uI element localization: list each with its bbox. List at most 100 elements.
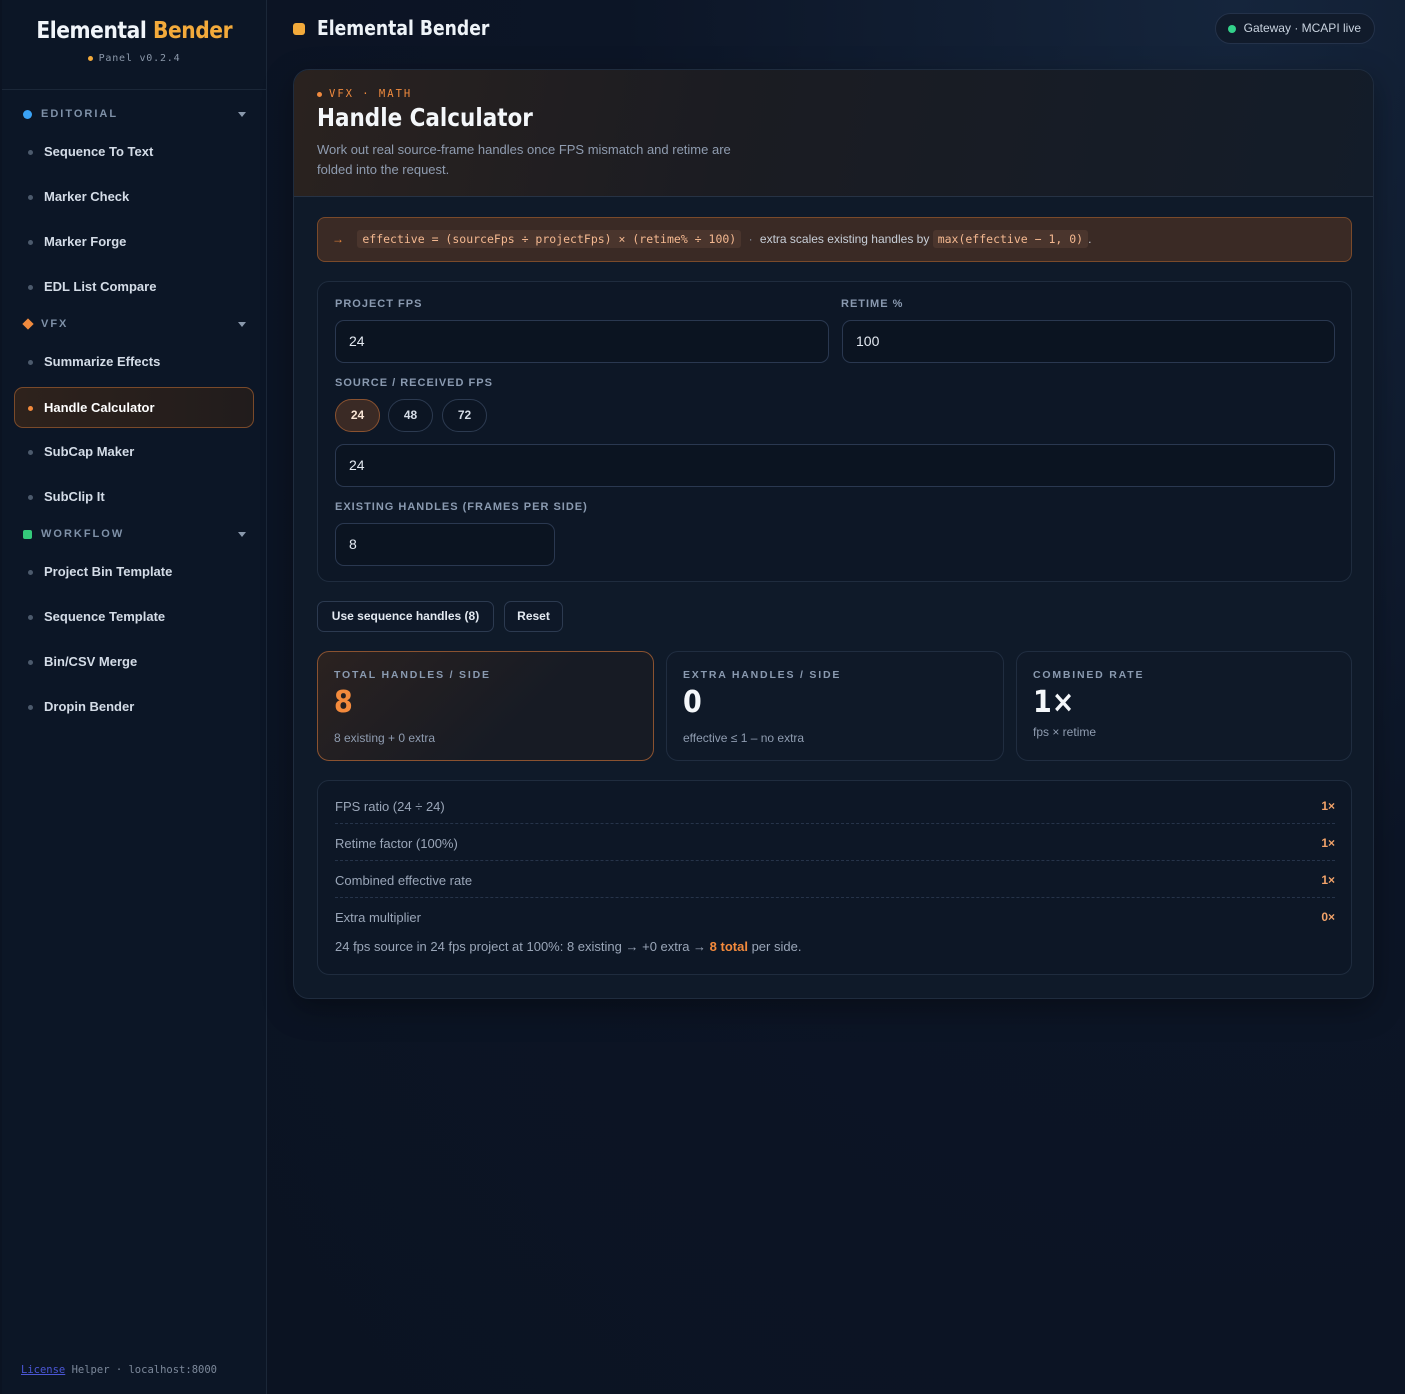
stat-value: 0 (683, 685, 702, 720)
stat-value: 1× (1033, 685, 1075, 720)
section-vfx[interactable]: VFX (2, 310, 266, 340)
sidebar-item-sequence-template[interactable]: Sequence Template (14, 595, 254, 640)
stat-value: 8 (334, 685, 353, 720)
existing-handles-input[interactable]: 8 (335, 523, 555, 566)
sidebar: Elemental Bender Panel v0.2.4 EDITORIAL … (2, 0, 267, 1394)
sidebar-item-edl-list-compare[interactable]: EDL List Compare (14, 265, 254, 310)
formula-code-extra: max(effective − 1, 0) (932, 230, 1089, 248)
stat-label: TOTAL HANDLES / SIDE (334, 669, 491, 681)
breakdown-value: 0× (1321, 910, 1335, 924)
sidebar-item-subcap-maker[interactable]: SubCap Maker (14, 430, 254, 475)
brand-version: Panel v0.2.4 (2, 53, 266, 64)
sidebar-item-label: Summarize Effects (44, 354, 161, 369)
breakdown-summary: 24 fps source in 24 fps project at 100%:… (335, 939, 801, 954)
sidebar-footer: License Helper · localhost:8000 (21, 1364, 217, 1376)
source-fps-input[interactable]: 24 (335, 444, 1335, 487)
topbar: Elemental Bender Gateway · MCAPI live (267, 0, 1405, 60)
license-link[interactable]: License (21, 1364, 65, 1376)
breakdown-label: FPS ratio (24 ÷ 24) (335, 799, 445, 814)
bullet-icon (28, 660, 33, 665)
stat-sub: effective ≤ 1 – no extra (683, 731, 805, 745)
formula-code: effective = (sourceFps ÷ projectFps) × (… (357, 230, 742, 248)
chevron-down-icon[interactable] (238, 532, 246, 537)
source-fps-preset-24[interactable]: 24 (335, 399, 380, 432)
sidebar-item-label: Bin/CSV Merge (44, 654, 138, 669)
breakdown-panel: FPS ratio (24 ÷ 24) 1× Retime factor (100… (317, 780, 1352, 975)
breakdown-value: 1× (1321, 836, 1335, 850)
breakdown-value: 1× (1321, 873, 1335, 887)
sidebar-item-summarize-effects[interactable]: Summarize Effects (14, 340, 254, 385)
sidebar-item-sequence-to-text[interactable]: Sequence To Text (14, 130, 254, 175)
sidebar-item-label: Dropin Bender (44, 699, 135, 714)
breakdown-label: Combined effective rate (335, 873, 473, 888)
bullet-icon (28, 360, 33, 365)
app-square-icon (293, 23, 305, 35)
brand-title: Elemental Bender (36, 18, 232, 44)
bullet-icon (28, 240, 33, 245)
gateway-status-text: Gateway · MCAPI live (1243, 21, 1361, 35)
section-workflow[interactable]: WORKFLOW (2, 520, 266, 550)
summary-total: 8 total (709, 939, 748, 954)
source-fps-preset-48[interactable]: 48 (388, 399, 433, 432)
stat-sub: fps × retime (1033, 725, 1097, 739)
stat-combined-rate: COMBINED RATE 1× fps × retime (1016, 651, 1352, 761)
sidebar-item-label: SubClip It (44, 489, 105, 504)
sidebar-item-dropin-bender[interactable]: Dropin Bender (14, 685, 254, 730)
section-label: WORKFLOW (41, 528, 125, 540)
breakdown-row: Extra multiplier 0× (335, 898, 1335, 935)
sidebar-item-label: Project Bin Template (44, 564, 173, 579)
sidebar-item-label: Marker Check (44, 189, 130, 204)
gateway-status-badge: Gateway · MCAPI live (1214, 13, 1375, 44)
chevron-down-icon[interactable] (238, 112, 246, 117)
project-fps-input[interactable]: 24 (335, 320, 829, 363)
section-label: VFX (41, 318, 69, 330)
reset-button[interactable]: Reset (504, 601, 563, 632)
bullet-icon (28, 150, 33, 155)
footer-text: Helper · localhost:8000 (65, 1364, 217, 1376)
sidebar-item-handle-calculator[interactable]: Handle Calculator (14, 387, 254, 428)
bullet-icon (28, 195, 33, 200)
source-fps-label: SOURCE / RECEIVED FPS (335, 377, 493, 389)
version-text: Panel v0.2.4 (98, 53, 181, 64)
status-dot-icon (1227, 25, 1236, 33)
brand-title-accent: Bender (152, 18, 233, 44)
use-sequence-handles-button[interactable]: Use sequence handles (8) (317, 601, 494, 632)
sidebar-item-marker-check[interactable]: Marker Check (14, 175, 254, 220)
breakdown-value: 1× (1321, 799, 1335, 813)
bullet-icon (28, 570, 33, 575)
handle-calculator-card: VFX · MATH Handle Calculator Work out re… (293, 69, 1374, 999)
stat-sub: 8 existing + 0 extra (334, 731, 436, 745)
bullet-icon (28, 450, 33, 455)
bullet-icon (28, 495, 33, 500)
page-description: Work out real source-frame handles once … (317, 142, 731, 177)
sidebar-item-subclip-it[interactable]: SubClip It (14, 475, 254, 520)
sidebar-item-project-bin-template[interactable]: Project Bin Template (14, 550, 254, 595)
summary-pre: 24 fps source in 24 fps project at 100%:… (335, 939, 710, 954)
sidebar-item-label: Sequence Template (44, 609, 166, 624)
inputs-panel: PROJECT FPS 24 RETIME % 100 SOURCE / REC… (317, 281, 1352, 582)
eyebrow: VFX · MATH (317, 88, 412, 100)
retime-input[interactable]: 100 (842, 320, 1335, 363)
editorial-circle-icon (23, 110, 32, 119)
sidebar-item-bin-csv-merge[interactable]: Bin/CSV Merge (14, 640, 254, 685)
breakdown-label: Retime factor (100%) (335, 836, 458, 851)
formula-separator: · (748, 232, 753, 246)
eyebrow-text: VFX · MATH (329, 88, 413, 100)
sidebar-item-marker-forge[interactable]: Marker Forge (14, 220, 254, 265)
bullet-icon (28, 705, 33, 710)
sidebar-item-label: Marker Forge (44, 234, 127, 249)
breakdown-row: Retime factor (100%) 1× (335, 824, 1335, 861)
stat-label: COMBINED RATE (1033, 669, 1145, 681)
formula-text: extra scales existing handles by (759, 232, 930, 246)
sidebar-item-label: Sequence To Text (44, 144, 154, 159)
source-fps-preset-72[interactable]: 72 (442, 399, 487, 432)
bullet-icon (28, 615, 33, 620)
formula-end: . (1088, 232, 1092, 246)
section-editorial[interactable]: EDITORIAL (2, 100, 266, 130)
section-label: EDITORIAL (41, 108, 119, 120)
chevron-down-icon[interactable] (238, 322, 246, 327)
breakdown-label: Extra multiplier (335, 910, 421, 925)
stat-total-handles: TOTAL HANDLES / SIDE 8 8 existing + 0 ex… (317, 651, 654, 761)
topbar-title: Elemental Bender (317, 16, 490, 40)
breakdown-row: Combined effective rate 1× (335, 861, 1335, 898)
